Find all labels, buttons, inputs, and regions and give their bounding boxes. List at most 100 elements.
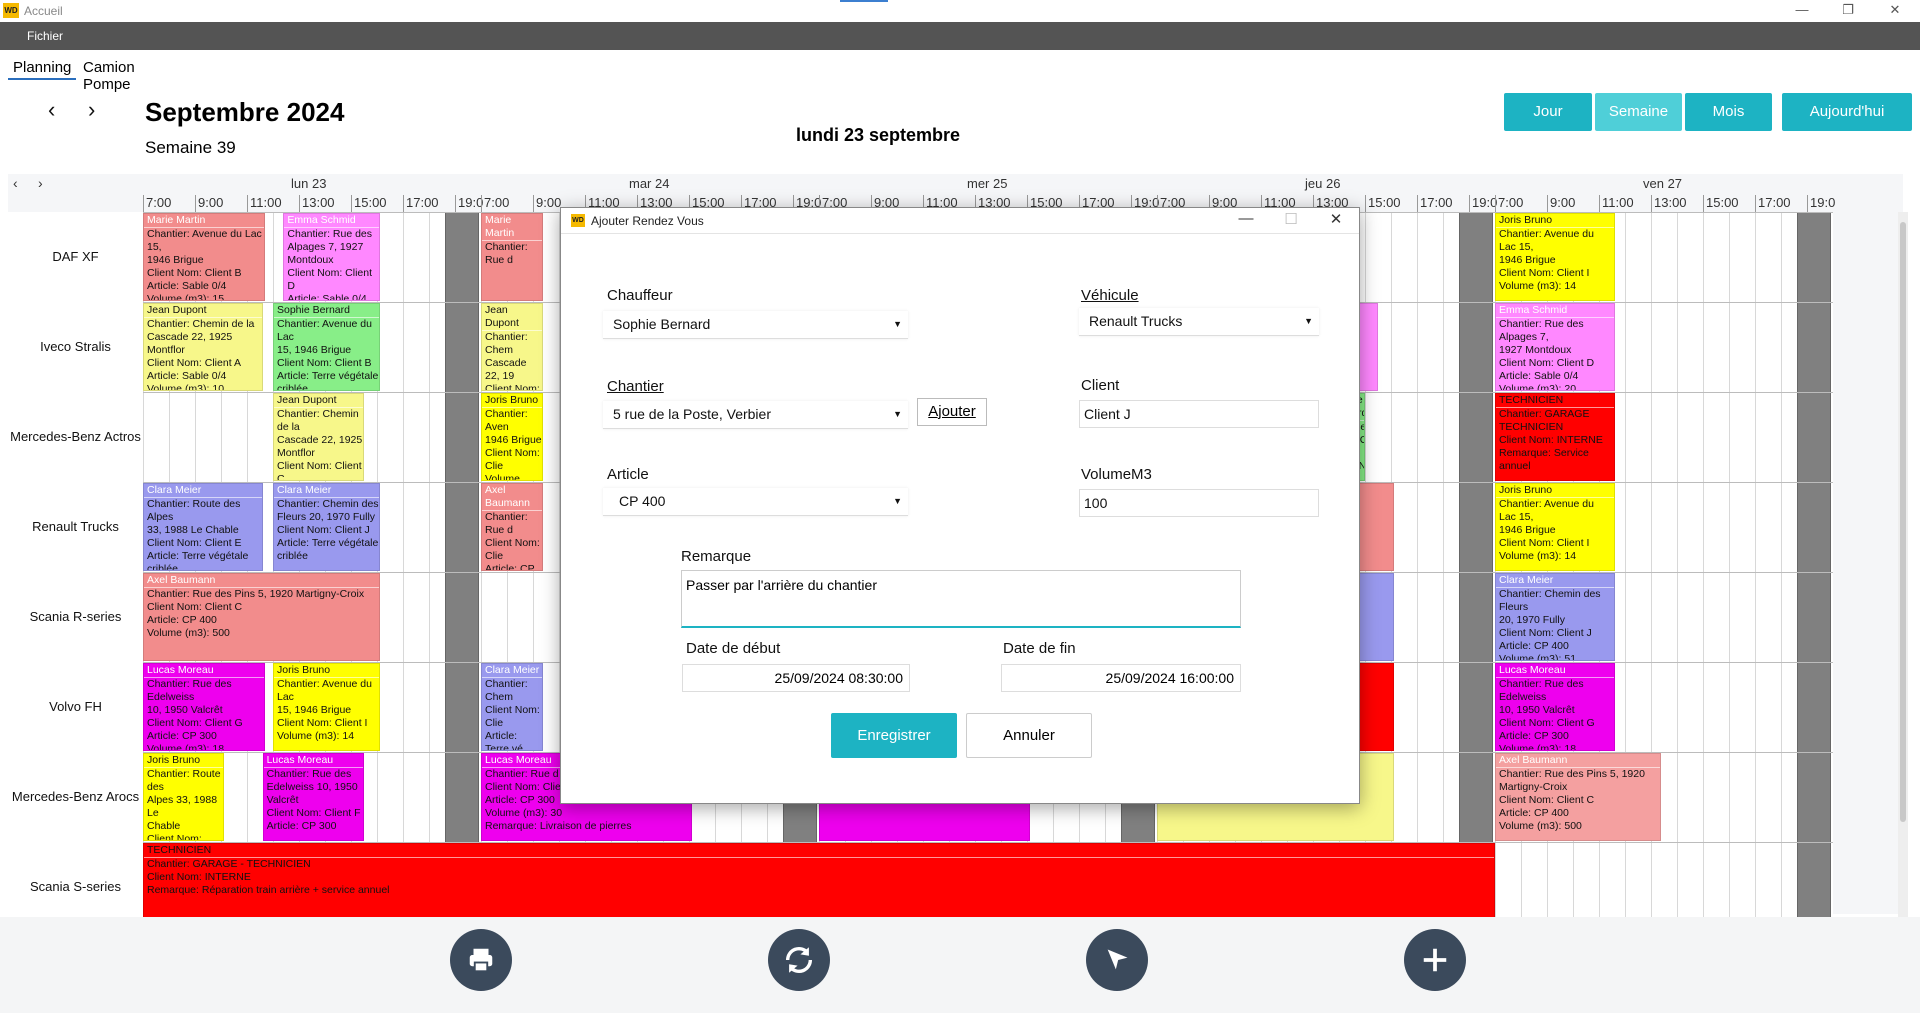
scroll-right-icon[interactable]: ›: [38, 175, 43, 191]
appointment-block[interactable]: Marie Martin Chantier: Avenue du Lac 15, 1…: [143, 213, 266, 301]
cancel-button[interactable]: Annuler: [966, 713, 1092, 758]
appointment-detail: criblée: [277, 550, 308, 562]
hour-tick: 7:00: [1495, 195, 1523, 212]
appointment-block[interactable]: Joris Bruno Chantier: Aven 1946 Brigue Clie…: [481, 393, 544, 481]
tab-planning[interactable]: Planning: [8, 57, 77, 80]
ajouter-chantier-button[interactable]: Ajouter: [917, 398, 987, 426]
chauffeur-value: Sophie Bernard: [613, 316, 711, 332]
start-date-field[interactable]: 25/09/2024 08:30:00: [682, 664, 910, 692]
prev-month-icon[interactable]: ‹: [48, 97, 55, 123]
volume-field[interactable]: 100: [1079, 489, 1319, 517]
appointment-detail: Chantier: Rue des Pins 5, 1920: [1499, 768, 1645, 780]
printer-icon: [469, 948, 493, 973]
vehicule-select[interactable]: Renault Trucks ▼: [1079, 308, 1319, 336]
dialog-maximize-icon[interactable]: ☐: [1276, 210, 1306, 228]
appointment-block[interactable]: Jean Dupont Chantier: Chemin de la Cascade…: [143, 303, 263, 391]
dialog-close-icon[interactable]: ✕: [1321, 210, 1351, 228]
day-header: jeu 26: [1305, 176, 1341, 191]
appointment-driver: Clara Meier: [144, 484, 262, 498]
vertical-scrollbar[interactable]: [1898, 212, 1908, 917]
scroll-left-icon[interactable]: ‹: [13, 175, 18, 191]
app-logo: WD: [3, 3, 19, 18]
client-field[interactable]: Client J: [1079, 400, 1319, 428]
appointment-block[interactable]: Jean Dupont Chantier: Chem Cascade 22, 19 C…: [481, 303, 544, 391]
appointment-block[interactable]: TECHNICIEN Chantier: GARAGE TECHNICIEN Clie…: [1495, 393, 1615, 481]
view-day-button[interactable]: Jour: [1504, 93, 1592, 131]
view-month-button[interactable]: Mois: [1685, 93, 1772, 131]
appointment-detail: 1927 Montdoux: [1499, 344, 1572, 356]
appointment-block[interactable]: Lucas Moreau Chantier: Rue des Edelweiss 1…: [262, 753, 364, 841]
chantier-select[interactable]: 5 rue de la Poste, Verbier ▼: [603, 401, 908, 429]
appointment-block[interactable]: Lucas Moreau Chantier: Rue des Edelweiss 1…: [143, 663, 266, 751]
next-month-icon[interactable]: ›: [88, 97, 95, 123]
night-band: [1797, 212, 1831, 917]
appointment-detail: Article: Sable 0/4: [147, 280, 227, 292]
chauffeur-select[interactable]: Sophie Bernard ▼: [603, 311, 908, 339]
appointment-block[interactable]: Clara Meier Chantier: Chemin des Fleurs 20…: [273, 483, 380, 571]
appointment-block[interactable]: Emma Schmid Chantier: Rue des Alpages 7, 1…: [1495, 303, 1615, 391]
appointment-block[interactable]: Joris Bruno Chantier: Avenue du Lac 15, 19…: [1495, 213, 1615, 301]
appointment-detail: Chantier: Chemin des: [277, 498, 379, 510]
today-button[interactable]: Aujourd'hui: [1782, 93, 1912, 131]
appointment-detail: Volume (m3): 15: [147, 293, 225, 301]
appointment-detail: criblée: [147, 563, 178, 571]
appointment-detail: Client Nom: Client J: [1499, 627, 1592, 639]
appointment-driver: Marie Martin: [482, 214, 543, 241]
dialog-titlebar: WD Ajouter Rendez Vous — ☐ ✕: [561, 208, 1359, 234]
menu-fichier[interactable]: Fichier: [27, 29, 63, 43]
appointment-block[interactable]: Joris Bruno Chantier: Route des Alpes 33, …: [143, 753, 224, 841]
hour-tick: 19:0: [455, 195, 483, 212]
appointment-detail: Volume (m3): 14: [277, 730, 355, 742]
grid-line: [1729, 212, 1730, 917]
appointment-block[interactable]: Clara Meier Chantier: Chemin des Fleurs 20…: [1495, 573, 1615, 661]
appointment-block[interactable]: Axel Baumann Chantier: Rue des Pins 5, 19…: [1495, 753, 1662, 841]
scrollbar-thumb[interactable]: [1900, 222, 1906, 822]
appointment-block[interactable]: Sophie Bernard Chantier: Avenue du Lac 15,…: [273, 303, 380, 391]
appointment-block[interactable]: Joris Bruno Chantier: Avenue du Lac 15, 19…: [1495, 483, 1615, 571]
appointment-detail: Client Nom: Client C: [277, 460, 362, 481]
select-button[interactable]: [1086, 929, 1148, 991]
appointment-block[interactable]: Emma Schmid Chantier: Rue des Alpages 7, 1…: [283, 213, 380, 301]
restore-icon[interactable]: ❐: [1833, 2, 1863, 18]
appointment-detail: Client Nom: INTERNE: [1499, 434, 1603, 446]
appointment-block[interactable]: Clara Meier Chantier: Route des Alpes 33, …: [143, 483, 263, 571]
end-date-field[interactable]: 25/09/2024 16:00:00: [1001, 664, 1241, 692]
appointment-detail: Montdoux: [287, 254, 334, 266]
appointment-detail: Chantier: Avenue du Lac 15,: [1499, 498, 1594, 523]
appointment-detail: Chantier: Chemin des Fleurs: [1499, 588, 1601, 613]
appointment-block[interactable]: Marie Martin Chantier: Rue d: [481, 213, 544, 301]
appointment-block[interactable]: Axel Baumann Chantier: Rue des Pins 5, 19…: [143, 573, 380, 661]
resource-label: Mercedes-Benz Arocs: [11, 789, 140, 804]
appointment-driver: Emma Schmid: [284, 214, 379, 228]
refresh-button[interactable]: [768, 929, 830, 991]
remarque-label: Remarque: [681, 548, 752, 565]
appointment-block[interactable]: Axel Baumann Chantier: Rue d Client Nom: C…: [481, 483, 544, 571]
appointment-detail: Client Nom: Client F: [266, 807, 361, 819]
appointment-detail: Volume (m3): 14: [1499, 550, 1577, 562]
print-button[interactable]: [450, 929, 512, 991]
view-week-button[interactable]: Semaine: [1595, 93, 1682, 131]
chevron-down-icon: ▼: [893, 319, 902, 329]
appointment-detail: criblée: [277, 383, 308, 391]
appointment-driver: Lucas Moreau: [1496, 664, 1614, 678]
appointment-detail: Client Nom: Client E: [147, 537, 242, 549]
minimize-icon[interactable]: —: [1787, 2, 1817, 17]
appointment-detail: Chantier: Chemin de la: [147, 318, 255, 330]
appointment-detail: Client Nom: INTERNE: [147, 871, 251, 883]
close-icon[interactable]: ✕: [1880, 2, 1910, 18]
day-title: lundi 23 septembre: [795, 125, 961, 145]
dialog-minimize-icon[interactable]: —: [1231, 210, 1261, 227]
appointment-detail: Article: Sable 0/4: [1499, 370, 1579, 382]
tab-camion-pompe[interactable]: Camion Pompe: [78, 57, 140, 95]
appointment-block[interactable]: Joris Bruno Chantier: Avenue du Lac 15, 19…: [273, 663, 380, 751]
article-select[interactable]: CP 400 ▼: [603, 488, 908, 516]
appointment-detail: Volume (m3): 500: [1499, 820, 1582, 832]
appointment-block[interactable]: Clara Meier Chantier: Chem Client Nom: Cli…: [481, 663, 544, 751]
appointment-detail: 33, 1988 Le Chable: [147, 524, 239, 536]
appointment-block[interactable]: Lucas Moreau Chantier: Rue des Edelweiss 1…: [1495, 663, 1615, 751]
appointment-block[interactable]: Jean Dupont Chantier: Chemin de la Cascade…: [273, 393, 364, 481]
dialog-title: Ajouter Rendez Vous: [591, 214, 704, 228]
save-button[interactable]: Enregistrer: [831, 713, 957, 758]
remarque-textarea[interactable]: Passer par l'arrière du chantier: [681, 570, 1241, 628]
add-button[interactable]: [1404, 929, 1466, 991]
